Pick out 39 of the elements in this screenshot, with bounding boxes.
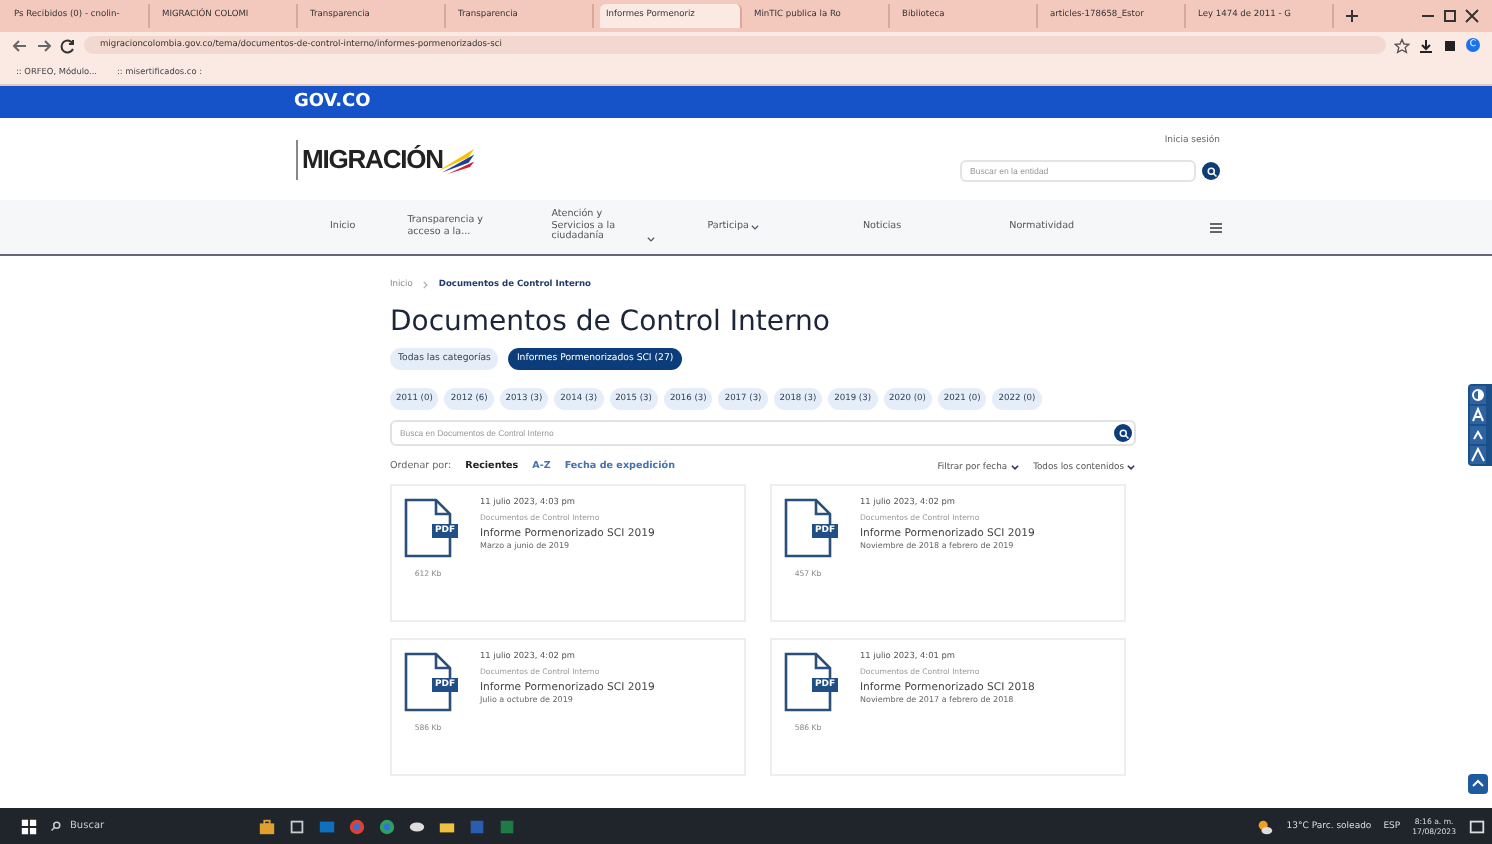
briefcase-icon[interactable] xyxy=(258,817,276,835)
chevron-down-icon[interactable] xyxy=(645,234,656,245)
folder-icon[interactable] xyxy=(438,817,456,835)
document-icon xyxy=(404,495,452,560)
new-tab-icon[interactable] xyxy=(1344,8,1360,24)
task-view-icon[interactable] xyxy=(288,817,306,835)
search-icon xyxy=(50,820,62,832)
page-title: Documentos de Control Interno xyxy=(390,306,832,338)
app-icon[interactable] xyxy=(408,817,426,835)
windows-start-icon[interactable] xyxy=(20,817,38,835)
word-app-icon[interactable] xyxy=(468,817,486,835)
chevron-down-icon[interactable] xyxy=(1009,462,1020,472)
menu-icon[interactable] xyxy=(1208,219,1224,235)
mail-app-icon[interactable] xyxy=(318,817,336,835)
search-button[interactable] xyxy=(1202,162,1220,180)
close-icon[interactable] xyxy=(1464,8,1480,24)
sidebar-icon[interactable] xyxy=(1442,37,1458,53)
weather-icon xyxy=(1256,817,1275,835)
forward-icon[interactable] xyxy=(36,37,52,53)
excel-app-icon[interactable] xyxy=(498,817,516,835)
star-icon[interactable] xyxy=(1394,37,1410,53)
gov-logo[interactable]: GOV.CO xyxy=(294,92,371,112)
reload-icon[interactable] xyxy=(60,37,76,53)
maximize-icon[interactable] xyxy=(1442,8,1458,24)
document-icon xyxy=(404,649,452,714)
chevron-down-icon[interactable] xyxy=(750,222,761,233)
chevron-down-icon[interactable] xyxy=(1126,462,1136,472)
back-icon[interactable] xyxy=(12,37,28,53)
document-icon xyxy=(784,495,832,560)
download-icon[interactable] xyxy=(1418,37,1434,53)
scroll-top-button[interactable] xyxy=(1468,774,1488,794)
font-larger-icon[interactable] xyxy=(1470,446,1486,464)
font-size-icon[interactable] xyxy=(1470,406,1486,424)
logo[interactable]: MIGRACIÓN xyxy=(296,139,479,179)
font-smaller-icon[interactable] xyxy=(1470,426,1486,444)
document-icon xyxy=(784,649,832,714)
notification-icon[interactable] xyxy=(1468,817,1486,835)
contrast-icon[interactable] xyxy=(1470,386,1486,404)
chevron-right-icon xyxy=(420,280,431,290)
